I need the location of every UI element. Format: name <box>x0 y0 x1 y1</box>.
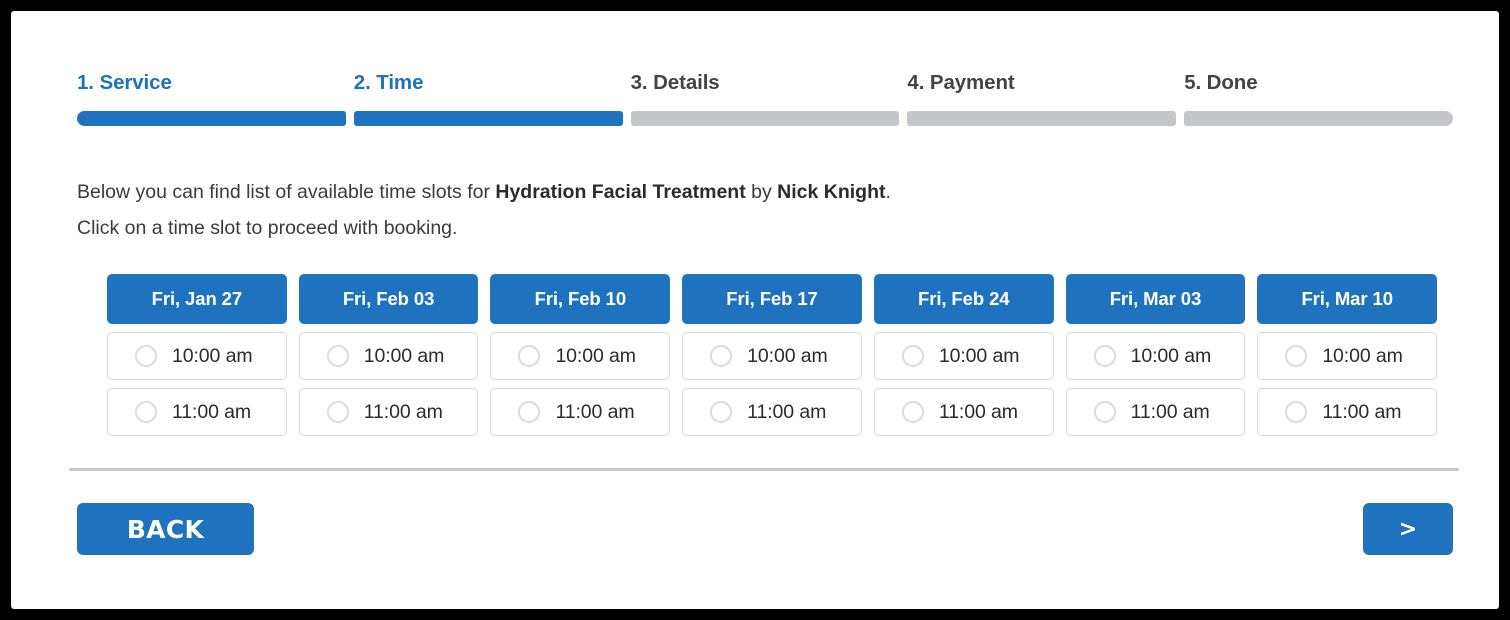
intro-line-1-suffix: . <box>885 181 891 203</box>
wizard-step-2[interactable]: 2. Time <box>353 71 623 126</box>
time-slot-option[interactable]: 11:00 am <box>1257 388 1438 436</box>
wizard-step-bar <box>907 111 1177 126</box>
time-slot-option[interactable]: 11:00 am <box>682 388 862 436</box>
time-slot-option[interactable]: 10:00 am <box>873 332 1054 380</box>
time-slot-label: 10:00 am <box>172 344 253 367</box>
day-header[interactable]: Fri, Mar 10 <box>1257 274 1438 324</box>
radio-circle-icon[interactable] <box>901 401 924 423</box>
wizard-step-bar <box>77 111 346 126</box>
day-column: Fri, Feb 03 10:00 am 11:00 am <box>298 274 479 436</box>
wizard-step-label: 4. Payment <box>907 71 1015 94</box>
time-slot-label: 10:00 am <box>1130 344 1212 367</box>
day-column: Fri, Mar 10 10:00 am 11:00 am <box>1257 274 1438 436</box>
radio-circle-icon[interactable] <box>518 401 541 423</box>
time-slot-label: 11:00 am <box>172 400 252 423</box>
wizard-step-bar <box>1184 111 1453 126</box>
wizard-step-1[interactable]: 1. Service <box>77 71 346 126</box>
footer-divider <box>69 468 1459 471</box>
time-slot-label: 11:00 am <box>747 400 827 423</box>
radio-circle-icon[interactable] <box>135 401 157 423</box>
day-column: Fri, Feb 17 10:00 am 11:00 am <box>682 274 862 436</box>
screenshot-frame: 1. Service 2. Time 3. Details 4. Payment 5. … <box>0 0 1510 620</box>
time-slot-label: 11:00 am <box>363 400 443 423</box>
time-slot-option[interactable]: 10:00 am <box>682 332 862 380</box>
time-slot-option[interactable]: 11:00 am <box>490 388 671 436</box>
intro-line-2: Click on a time slot to proceed with boo… <box>77 217 458 239</box>
radio-circle-icon[interactable] <box>1093 401 1116 423</box>
day-header[interactable]: Fri, Feb 24 <box>873 274 1054 324</box>
time-slot-label: 10:00 am <box>555 344 636 367</box>
time-slot-option[interactable]: 11:00 am <box>1065 388 1246 436</box>
time-slot-option[interactable]: 10:00 am <box>490 332 671 380</box>
radio-circle-icon[interactable] <box>1093 345 1116 367</box>
wizard-step-bar <box>353 111 623 126</box>
radio-circle-icon[interactable] <box>1285 401 1308 423</box>
radio-circle-icon[interactable] <box>1285 345 1308 367</box>
wizard-step-5[interactable]: 5. Done <box>1184 71 1453 126</box>
intro-line-1-middle: by <box>745 181 778 203</box>
intro-line-1-prefix: Below you can find list of available tim… <box>77 181 496 203</box>
time-slot-label: 11:00 am <box>555 400 635 423</box>
wizard-step-label: 1. Service <box>77 71 172 94</box>
day-column: Fri, Feb 24 10:00 am 11:00 am <box>873 274 1054 436</box>
day-column: Fri, Jan 27 10:00 am 11:00 am <box>107 274 287 436</box>
time-slot-grid: Fri, Jan 27 10:00 am 11:00 am Fri, Feb 03 10… <box>107 274 1438 436</box>
time-slot-option[interactable]: 11:00 am <box>873 388 1054 436</box>
provider-name: Nick Knight <box>777 181 886 203</box>
time-slot-label: 10:00 am <box>363 344 445 367</box>
time-slot-option[interactable]: 10:00 am <box>1065 332 1246 380</box>
wizard-step-label: 3. Details <box>630 71 720 94</box>
intro-text: Below you can find list of available tim… <box>77 174 1457 246</box>
time-slot-label: 10:00 am <box>938 344 1020 367</box>
wizard-step-progress: 1. Service 2. Time 3. Details 4. Payment 5. … <box>77 71 1453 126</box>
radio-circle-icon[interactable] <box>518 345 541 367</box>
time-slot-label: 10:00 am <box>1322 344 1403 367</box>
radio-circle-icon[interactable] <box>710 401 733 423</box>
time-slot-label: 11:00 am <box>938 400 1018 423</box>
wizard-step-label: 5. Done <box>1184 71 1258 94</box>
time-slot-option[interactable]: 10:00 am <box>107 332 287 380</box>
wizard-step-3[interactable]: 3. Details <box>630 71 900 126</box>
day-column: Fri, Mar 03 10:00 am 11:00 am <box>1065 274 1246 436</box>
time-slot-label: 11:00 am <box>1322 400 1402 423</box>
wizard-step-4[interactable]: 4. Payment <box>907 71 1177 126</box>
day-column: Fri, Feb 10 10:00 am 11:00 am <box>490 274 671 436</box>
next-button[interactable]: > <box>1363 503 1453 555</box>
radio-circle-icon[interactable] <box>135 345 157 367</box>
day-header[interactable]: Fri, Jan 27 <box>107 274 287 324</box>
day-header[interactable]: Fri, Mar 03 <box>1065 274 1246 324</box>
time-slot-option[interactable]: 10:00 am <box>298 332 479 380</box>
service-name: Hydration Facial Treatment <box>495 181 746 203</box>
back-button[interactable]: BACK <box>77 503 254 555</box>
intro-line-1: Below you can find list of available tim… <box>77 174 1457 210</box>
radio-circle-icon[interactable] <box>710 345 733 367</box>
time-slot-label: 10:00 am <box>747 344 828 367</box>
booking-wizard-card: 1. Service 2. Time 3. Details 4. Payment 5. … <box>11 11 1499 609</box>
radio-circle-icon[interactable] <box>901 345 924 367</box>
radio-circle-icon[interactable] <box>326 345 349 367</box>
time-slot-option[interactable]: 10:00 am <box>1257 332 1438 380</box>
wizard-step-label: 2. Time <box>353 71 424 94</box>
time-slot-option[interactable]: 11:00 am <box>298 388 479 436</box>
day-header[interactable]: Fri, Feb 10 <box>490 274 671 324</box>
day-header[interactable]: Fri, Feb 17 <box>682 274 862 324</box>
time-slot-option[interactable]: 11:00 am <box>107 388 287 436</box>
wizard-footer: BACK > <box>77 503 1453 555</box>
time-slot-label: 11:00 am <box>1130 400 1210 423</box>
day-header[interactable]: Fri, Feb 03 <box>298 274 479 324</box>
radio-circle-icon[interactable] <box>326 401 349 423</box>
wizard-step-bar <box>630 111 900 126</box>
